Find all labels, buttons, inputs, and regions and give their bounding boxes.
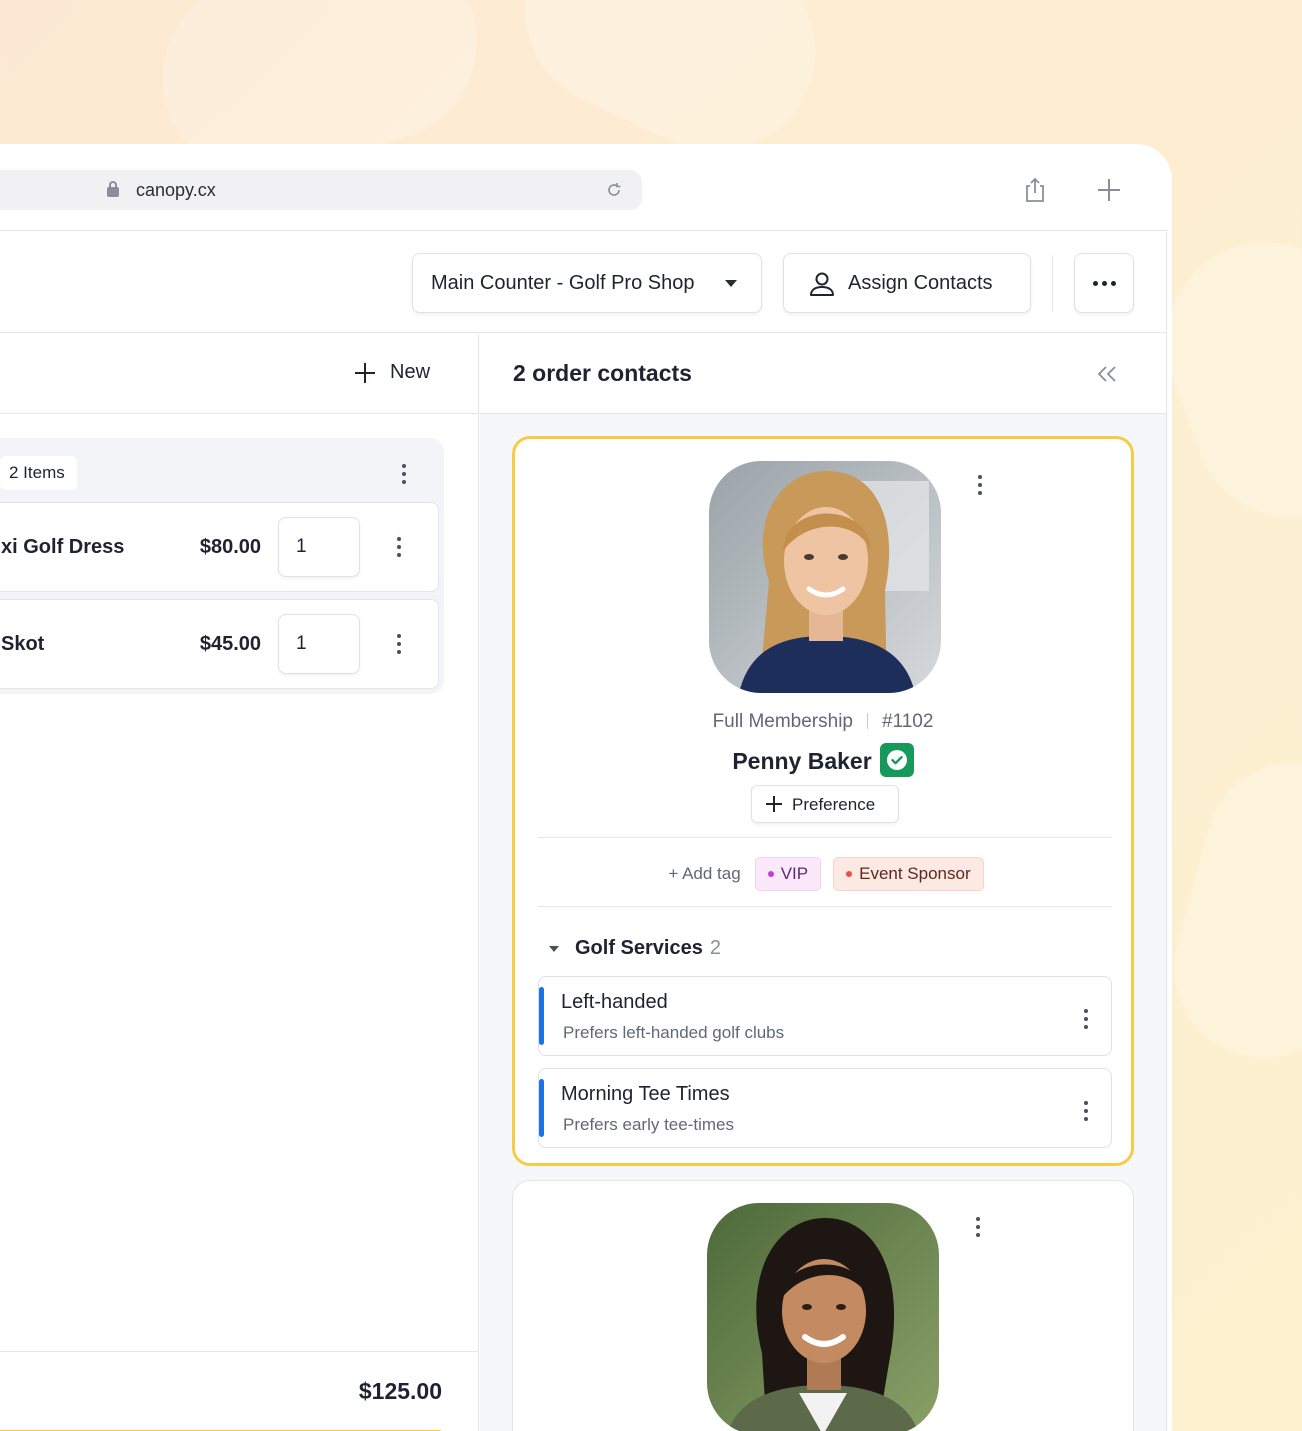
contact-avatar [707,1203,939,1431]
contact-name: Penny Baker [732,748,872,774]
avatar-photo [709,461,941,693]
divider [538,837,1112,838]
preference-accent [539,1079,544,1137]
add-tag-button[interactable]: + Add tag [668,864,740,884]
item-price: $45.00 [199,633,261,655]
contacts-title: 2 order contacts [513,360,692,386]
tag-label: Event Sponsor [859,864,971,883]
contact-meta: Full Membership #1102 [515,711,1131,733]
preference-item[interactable]: Left-handed Prefers left-handed golf clu… [538,976,1112,1056]
address-bar[interactable]: canopy.cx [0,170,642,210]
item-options-icon[interactable] [396,537,402,557]
collapse-panel-icon[interactable] [1096,364,1118,384]
assign-contacts-button[interactable]: Assign Contacts [783,253,1031,313]
background-shape [1154,741,1302,1079]
assign-contacts-label: Assign Contacts [848,272,993,294]
item-name: xi Golf Dress [1,536,125,558]
order-item-row[interactable]: xi Golf Dress $80.00 1 [0,502,439,592]
golf-services-section-toggle[interactable]: Golf Services 2 [549,937,721,960]
tag-vip[interactable]: VIP [754,857,822,891]
plus-icon [766,796,782,812]
app-frame: Main Counter - Golf Pro Shop Assign Cont… [0,230,1167,1431]
preference-subtitle: Prefers early tee-times [563,1115,734,1134]
plus-icon [355,362,375,383]
more-options-button[interactable] [1074,253,1134,313]
quantity-input[interactable]: 1 [278,614,360,674]
location-select-value: Main Counter - Golf Pro Shop [431,271,695,294]
preference-accent [539,987,544,1045]
contact-name-row: Penny Baker [515,743,1131,777]
tag-event-sponsor[interactable]: Event Sponsor [833,857,984,891]
new-button-label: New [390,361,431,383]
tag-dot [846,871,853,877]
verified-icon [879,743,914,777]
location-select[interactable]: Main Counter - Golf Pro Shop [412,253,762,313]
quantity-input[interactable]: 1 [278,517,360,577]
toolbar-divider [1052,255,1053,311]
avatar-photo [707,1203,939,1431]
share-icon[interactable] [1022,176,1048,204]
membership-type: Full Membership [712,711,853,732]
order-footer: $125.00 [0,1351,478,1431]
contact-options-icon[interactable] [975,1217,981,1237]
items-count-badge: 2 Items [0,456,77,490]
preference-options-icon[interactable] [1083,1009,1089,1029]
tag-dot [767,871,774,877]
divider [538,906,1112,907]
browser-window: canopy.cx Main Counter - Golf Pro Shop A… [0,144,1172,1431]
lock-icon [107,181,119,197]
contacts-panel: 2 order contacts Full Membership #1102 P… [480,334,1166,1431]
new-tab-icon[interactable] [1096,177,1122,203]
preference-title: Morning Tee Times [561,1083,730,1105]
more-horizontal-icon [1093,281,1116,286]
new-button[interactable]: New [354,361,430,384]
meta-separator [867,713,868,729]
order-item-row[interactable]: Skot $45.00 1 [0,599,439,689]
contact-card-selected[interactable]: Full Membership #1102 Penny Baker Prefere… [512,436,1134,1166]
add-preference-button[interactable]: Preference [751,785,899,823]
preference-item[interactable]: Morning Tee Times Prefers early tee-time… [538,1068,1112,1148]
order-items-group: 2 Items xi Golf Dress $80.00 1 Skot $45.… [0,438,444,694]
group-options-icon[interactable] [401,464,407,484]
item-price: $80.00 [199,536,261,558]
add-preference-label: Preference [792,795,876,814]
section-title: Golf Services [575,937,703,959]
contacts-panel-header: 2 order contacts [480,334,1166,414]
order-panel-header: New [0,334,478,414]
contact-card[interactable] [512,1180,1134,1431]
contact-avatar [709,461,941,693]
app-toolbar: Main Counter - Golf Pro Shop Assign Cont… [0,231,1166,333]
preference-title: Left-handed [561,991,668,1013]
item-options-icon[interactable] [396,634,402,654]
tag-label: VIP [780,864,809,883]
reload-icon[interactable] [604,180,624,200]
user-icon [810,272,834,296]
member-number: #1102 [882,711,934,732]
item-name: Skot [1,633,45,655]
order-total: $125.00 [358,1378,442,1404]
url-text: canopy.cx [136,180,216,200]
preference-options-icon[interactable] [1083,1101,1089,1121]
chevron-down-icon [725,280,737,287]
preference-subtitle: Prefers left-handed golf clubs [563,1023,785,1042]
contact-options-icon[interactable] [977,475,983,495]
section-count: 2 [709,937,721,959]
order-panel: New 2 Items xi Golf Dress $80.00 1 Skot … [0,334,479,1431]
tag-row: + Add tag VIP Event Sponsor [515,857,1131,891]
caret-down-icon [549,945,559,952]
